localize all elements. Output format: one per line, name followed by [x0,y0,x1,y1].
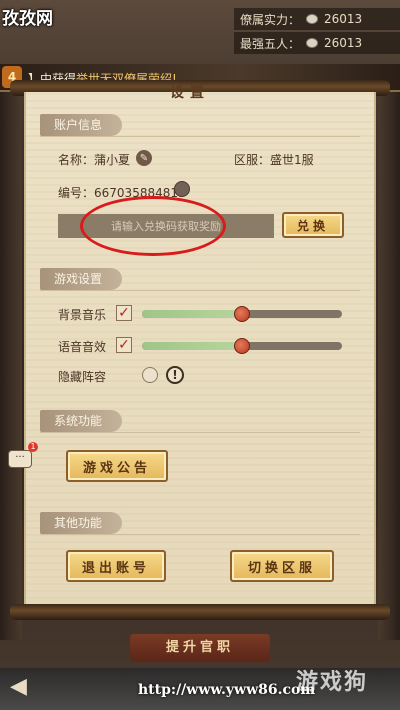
back-arrow-icon[interactable]: ◀ [10,674,27,699]
scroll-rod-bottom [10,604,390,620]
bgm-label: 背景音乐 [58,308,107,322]
copy-id-icon[interactable] [174,181,190,197]
bgm-slider-thumb[interactable] [234,306,250,322]
chat-badge: 1 [28,442,38,452]
watermark-top-left: 孜孜网 [2,9,53,29]
info-icon[interactable]: ! [166,366,184,384]
announcement-button[interactable]: 游戏公告 [66,450,168,482]
divider [40,290,360,291]
coin-icon [306,14,319,24]
divider [40,136,360,137]
coin-icon [306,38,319,48]
promote-button[interactable]: 提升官职 [130,634,270,662]
watermark-url: http://www.yww86.com [138,682,316,698]
stat-power: 僚属实力： 26013 [234,8,400,30]
stat-top-five-value: 26013 [324,36,363,50]
section-account: 账户信息 [40,114,123,136]
voice-label: 语音音效 [58,340,107,354]
divider [40,534,360,535]
divider [40,432,360,433]
voice-slider[interactable] [142,338,342,354]
stat-power-label: 僚属实力： [240,12,301,27]
edit-name-icon[interactable]: ✎ [136,150,152,166]
hide-lineup-label: 隐藏阵容 [58,370,107,384]
bgm-slider[interactable] [142,306,342,322]
watermark-logo: 游戏狗 [296,669,369,695]
redeem-button[interactable]: 兑换 [282,212,344,238]
bgm-slider-fill [142,310,242,318]
name-label: 名称：蒲小夏 [58,153,131,167]
name-value: 蒲小夏 [94,153,131,167]
hide-lineup-toggle[interactable] [142,367,158,383]
stat-power-value: 26013 [324,12,363,26]
highlight-circle [80,196,226,256]
server-label: 区服：盛世1服 [234,153,314,167]
voice-slider-thumb[interactable] [234,338,250,354]
section-other: 其他功能 [40,512,123,534]
server-value: 盛世1服 [270,153,314,167]
left-pillar [0,80,22,640]
voice-checkbox[interactable]: ✓ [116,337,132,353]
right-pillar [378,80,400,640]
section-game-settings: 游戏设置 [40,268,123,290]
section-system: 系统功能 [40,410,123,432]
voice-slider-fill [142,342,242,350]
panel-title: 设置 [170,85,210,101]
switch-server-button[interactable]: 切换区服 [230,550,334,582]
logout-button[interactable]: 退出账号 [66,550,166,582]
bgm-checkbox[interactable]: ✓ [116,305,132,321]
stat-top-five: 最强五人： 26013 [234,32,400,54]
stat-top-five-label: 最强五人： [240,36,301,51]
chat-icon[interactable]: ··· [8,450,32,468]
